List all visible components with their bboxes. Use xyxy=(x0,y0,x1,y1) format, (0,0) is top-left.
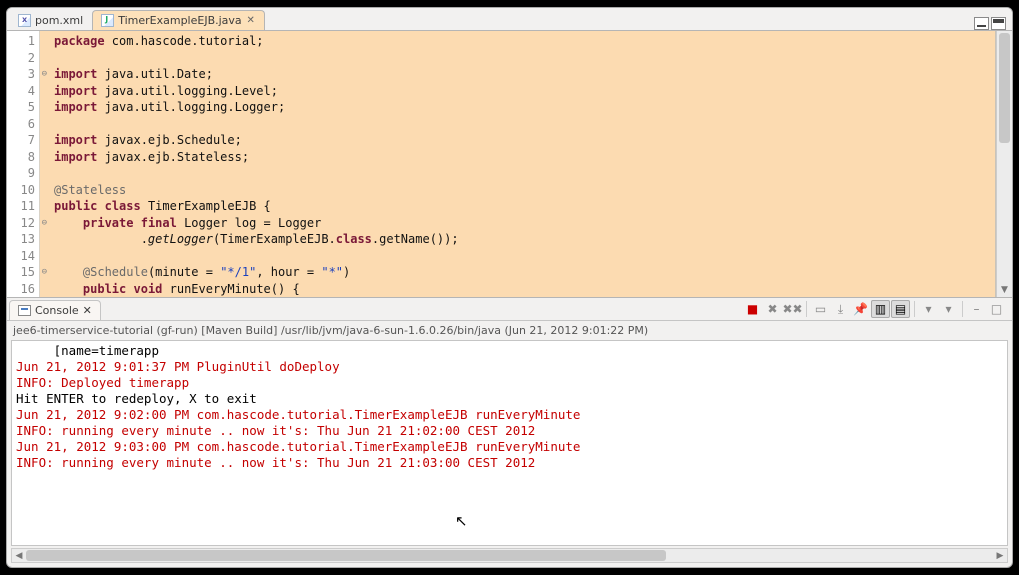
console-maximize-button[interactable]: □ xyxy=(987,300,1006,318)
console-output[interactable]: [name=timerapp Jun 21, 2012 9:01:37 PM P… xyxy=(12,341,1007,545)
file-icon-java xyxy=(101,14,114,27)
tab-label: TimerExampleEJB.java xyxy=(118,14,241,27)
editor-tabbar: pom.xml TimerExampleEJB.java ✕ xyxy=(7,8,1012,30)
console-tab-label: Console xyxy=(35,304,79,317)
show-console-on-out-button[interactable]: ▥ xyxy=(871,300,890,318)
file-icon-xml xyxy=(18,14,31,27)
scrollbar-thumb[interactable] xyxy=(999,33,1010,143)
tab-label: pom.xml xyxy=(35,14,83,27)
console-minimize-button[interactable]: – xyxy=(967,300,986,318)
maximize-button[interactable] xyxy=(991,17,1006,30)
horizontal-scrollbar[interactable]: ◀ ▶ xyxy=(11,548,1008,563)
console-output-wrap: [name=timerapp Jun 21, 2012 9:01:37 PM P… xyxy=(11,340,1008,546)
remove-launch-button[interactable]: ✖ xyxy=(763,300,782,318)
show-console-on-err-button[interactable]: ▤ xyxy=(891,300,910,318)
console-area: Console ✕ ■ ✖ ✖✖ ▭ ⤓ 📌 ▥ ▤ ▾ ▾ – □ jee xyxy=(7,298,1012,567)
tab-console[interactable]: Console ✕ xyxy=(9,300,101,320)
tab-timer-example-ejb[interactable]: TimerExampleEJB.java ✕ xyxy=(92,10,264,30)
clear-console-button[interactable]: ▭ xyxy=(811,300,830,318)
vertical-scrollbar[interactable]: ▲ ▼ xyxy=(996,31,1012,297)
display-selected-console-button[interactable]: ▾ xyxy=(919,300,938,318)
code-editor[interactable]: package com.hascode.tutorial; import jav… xyxy=(40,31,996,297)
editor-area: pom.xml TimerExampleEJB.java ✕ 123456789… xyxy=(7,8,1012,298)
scroll-lock-button[interactable]: ⤓ xyxy=(831,300,850,318)
line-gutter: 12345678910111213141516 xyxy=(7,31,40,297)
scroll-down-arrow-icon[interactable]: ▼ xyxy=(997,283,1012,297)
terminate-button[interactable]: ■ xyxy=(743,300,762,318)
editor-window-controls xyxy=(974,17,1012,30)
toolbar-separator xyxy=(806,301,807,317)
console-tabbar: Console ✕ ■ ✖ ✖✖ ▭ ⤓ 📌 ▥ ▤ ▾ ▾ – □ xyxy=(7,298,1012,321)
editor-body: 12345678910111213141516 package com.hasc… xyxy=(7,30,1012,297)
scroll-right-arrow-icon[interactable]: ▶ xyxy=(993,549,1007,562)
console-status: jee6-timerservice-tutorial (gf-run) [Mav… xyxy=(7,321,1012,340)
ide-window: pom.xml TimerExampleEJB.java ✕ 123456789… xyxy=(6,7,1013,568)
minimize-button[interactable] xyxy=(974,17,989,30)
close-icon[interactable]: ✕ xyxy=(83,304,92,317)
toolbar-separator xyxy=(914,301,915,317)
scroll-left-arrow-icon[interactable]: ◀ xyxy=(12,549,26,562)
console-toolbar: ■ ✖ ✖✖ ▭ ⤓ 📌 ▥ ▤ ▾ ▾ – □ xyxy=(743,300,1012,320)
console-icon xyxy=(18,305,31,316)
toolbar-separator xyxy=(962,301,963,317)
scrollbar-thumb[interactable] xyxy=(26,550,666,561)
close-icon[interactable]: ✕ xyxy=(246,16,256,26)
pin-console-button[interactable]: 📌 xyxy=(851,300,870,318)
tab-pom-xml[interactable]: pom.xml xyxy=(9,10,92,30)
open-console-dropdown-button[interactable]: ▾ xyxy=(939,300,958,318)
remove-all-button[interactable]: ✖✖ xyxy=(783,300,802,318)
